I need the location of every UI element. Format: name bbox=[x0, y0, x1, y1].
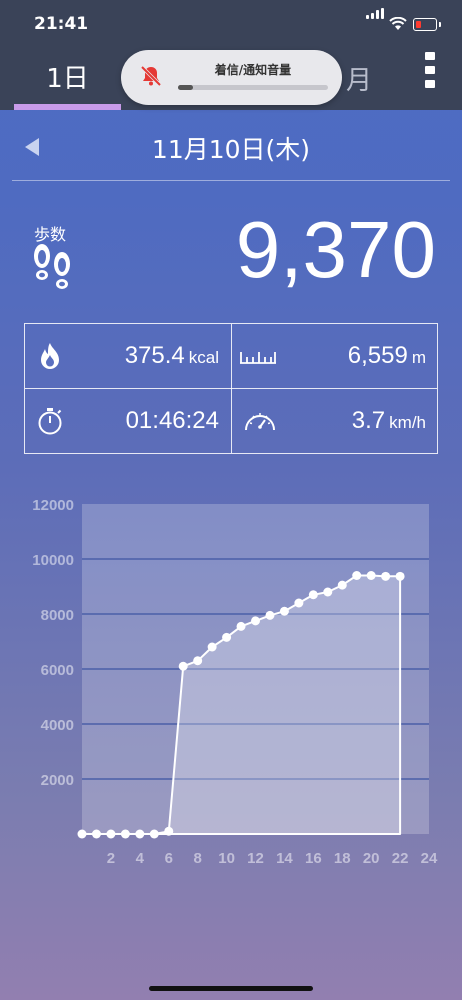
x-tick-label: 22 bbox=[392, 850, 409, 867]
volume-hud: 着信/通知音量 bbox=[121, 50, 342, 105]
volume-title: 着信/通知音量 bbox=[214, 63, 292, 77]
ruler-icon bbox=[240, 352, 276, 364]
data-point bbox=[236, 621, 246, 631]
stats-grid: 375.4 kcal 6,559 m 01:46:24 3.7 km/h bbox=[24, 323, 438, 454]
x-tick-label: 8 bbox=[193, 850, 201, 867]
footprints-icon bbox=[34, 244, 70, 289]
data-point bbox=[91, 829, 101, 839]
y-tick-label: 8000 bbox=[41, 607, 74, 624]
x-tick-label: 20 bbox=[363, 850, 380, 867]
y-tick-label: 10000 bbox=[32, 552, 74, 569]
data-point bbox=[77, 829, 87, 839]
data-point bbox=[222, 632, 232, 642]
hourly-steps-chart: 200040006000800010000120002 4 6 8 10 12 14 16 18… bbox=[32, 497, 438, 867]
x-tick-label: 14 bbox=[276, 850, 293, 867]
x-tick-label: 16 bbox=[305, 850, 322, 867]
calories-value: 375.4 bbox=[124, 342, 185, 369]
data-point bbox=[381, 571, 391, 581]
steps-count: 9,370 bbox=[235, 205, 436, 294]
data-point bbox=[265, 610, 275, 620]
battery-icon bbox=[413, 18, 441, 31]
distance-value: 6,559 bbox=[347, 342, 408, 369]
home-indicator bbox=[149, 986, 313, 991]
speed-unit: km/h bbox=[389, 413, 426, 432]
calories-unit: kcal bbox=[188, 348, 219, 367]
y-tick-label: 2000 bbox=[41, 772, 74, 789]
data-point bbox=[106, 829, 116, 839]
tab-day-label: 1日 bbox=[46, 64, 89, 94]
speed-cell: 3.7 km/h bbox=[232, 389, 438, 453]
current-date: 11月10日(木) bbox=[151, 135, 311, 164]
data-point bbox=[135, 829, 145, 839]
distance-cell: 6,559 m bbox=[232, 324, 438, 388]
x-tick-label: 18 bbox=[334, 850, 351, 867]
bell-muted-icon bbox=[140, 65, 162, 87]
x-tick-label: 12 bbox=[247, 850, 264, 867]
volume-level bbox=[178, 85, 193, 90]
calories-cell: 375.4 kcal bbox=[25, 324, 231, 388]
duration-cell: 01:46:24 bbox=[25, 389, 231, 453]
y-tick-label: 4000 bbox=[41, 717, 74, 734]
x-tick-label: 4 bbox=[136, 850, 145, 867]
data-point bbox=[352, 571, 362, 580]
speedometer-icon bbox=[245, 413, 275, 431]
more-menu-icon[interactable] bbox=[425, 52, 435, 88]
duration-value: 01:46:24 bbox=[125, 407, 219, 434]
data-point bbox=[308, 590, 318, 600]
y-tick-label: 6000 bbox=[41, 662, 74, 679]
data-point bbox=[178, 661, 188, 671]
stopwatch-icon bbox=[38, 408, 62, 435]
data-point bbox=[149, 829, 159, 839]
data-point bbox=[120, 829, 130, 839]
tab-month[interactable]: 月 bbox=[346, 60, 372, 97]
data-point bbox=[337, 580, 347, 590]
divider bbox=[12, 180, 450, 181]
y-tick-label: 12000 bbox=[32, 497, 74, 514]
distance-unit: m bbox=[411, 348, 426, 367]
data-point bbox=[164, 826, 174, 836]
tab-day[interactable]: 1日 bbox=[14, 44, 121, 110]
data-point bbox=[193, 656, 203, 666]
data-point bbox=[294, 598, 304, 608]
data-point bbox=[395, 571, 405, 581]
data-point bbox=[207, 642, 217, 652]
x-tick-label: 6 bbox=[165, 850, 173, 867]
flame-icon bbox=[41, 343, 59, 369]
speed-value: 3.7 bbox=[351, 407, 386, 434]
volume-slider[interactable] bbox=[178, 85, 328, 90]
wifi-icon bbox=[389, 17, 407, 30]
data-point bbox=[251, 616, 260, 626]
x-tick-label: 10 bbox=[218, 850, 235, 867]
data-point bbox=[279, 606, 289, 616]
status-bar: 21:41 bbox=[0, 0, 462, 44]
data-point bbox=[323, 587, 333, 597]
status-time: 21:41 bbox=[34, 14, 89, 34]
data-point bbox=[366, 571, 376, 580]
x-tick-label: 24 bbox=[421, 850, 438, 867]
tab-active-indicator bbox=[14, 104, 121, 110]
x-tick-label: 2 bbox=[107, 850, 115, 867]
